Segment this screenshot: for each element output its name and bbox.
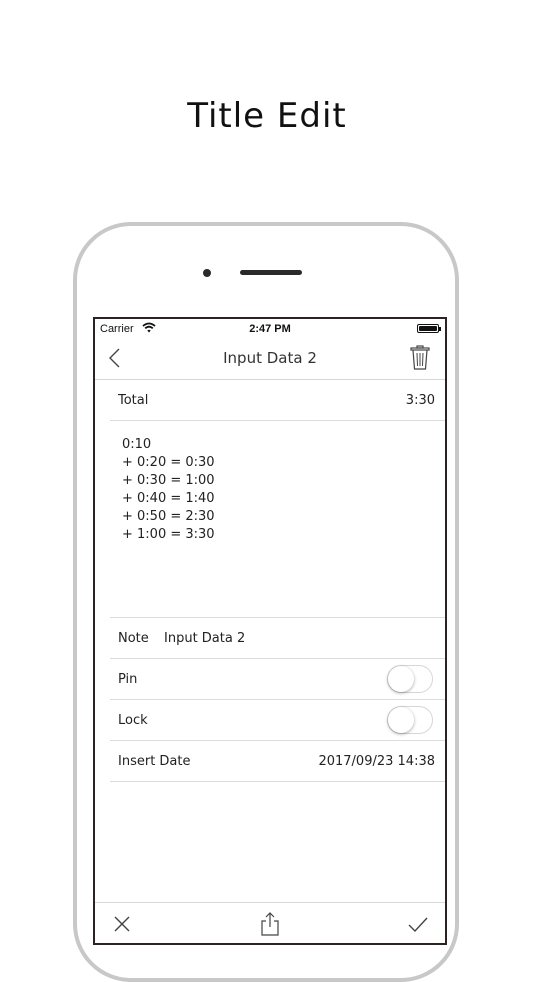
total-label: Total: [118, 393, 149, 408]
insert-date-value: 2017/09/23 14:38: [318, 754, 435, 769]
pin-row: Pin: [110, 659, 445, 700]
calc-line: + 0:20 = 0:30: [122, 455, 215, 470]
insert-date-label: Insert Date: [118, 754, 191, 769]
insert-date-row: Insert Date 2017/09/23 14:38: [110, 741, 445, 782]
trash-icon[interactable]: [409, 345, 431, 371]
lock-label: Lock: [118, 713, 148, 728]
navigation-bar: Input Data 2: [95, 339, 445, 380]
status-bar: Carrier 2:47 PM: [95, 319, 445, 339]
nav-title: Input Data 2: [223, 349, 317, 367]
speaker-slot: [240, 270, 302, 275]
note-row[interactable]: Note Input Data 2: [110, 618, 445, 659]
calc-line: + 0:30 = 1:00: [122, 473, 215, 488]
calc-line: + 1:00 = 3:30: [122, 527, 215, 542]
close-icon[interactable]: [111, 912, 133, 936]
calc-line: + 0:50 = 2:30: [122, 509, 215, 524]
status-time: 2:47 PM: [249, 323, 291, 335]
pin-toggle[interactable]: [387, 665, 433, 693]
lock-toggle[interactable]: [387, 706, 433, 734]
calc-line: 0:10: [122, 437, 152, 452]
camera-dot: [203, 269, 211, 277]
checkmark-icon[interactable]: [407, 912, 429, 936]
phone-screen: Carrier 2:47 PM Input Data 2 Total 3:30 …: [93, 317, 447, 945]
total-value: 3:30: [405, 393, 435, 408]
lock-row: Lock: [110, 700, 445, 741]
battery-icon: [417, 324, 441, 333]
bottom-toolbar: [95, 902, 445, 943]
calc-line: + 0:40 = 1:40: [122, 491, 215, 506]
pin-label: Pin: [118, 672, 138, 687]
share-icon[interactable]: [259, 912, 281, 936]
note-value[interactable]: Input Data 2: [164, 631, 245, 646]
note-label: Note: [118, 631, 149, 646]
total-row: Total 3:30: [110, 380, 445, 421]
promo-title: Title Edit: [187, 96, 347, 136]
calculation-text-area[interactable]: 0:10 + 0:20 = 0:30 + 0:30 = 1:00 + 0:40 …: [110, 421, 445, 618]
